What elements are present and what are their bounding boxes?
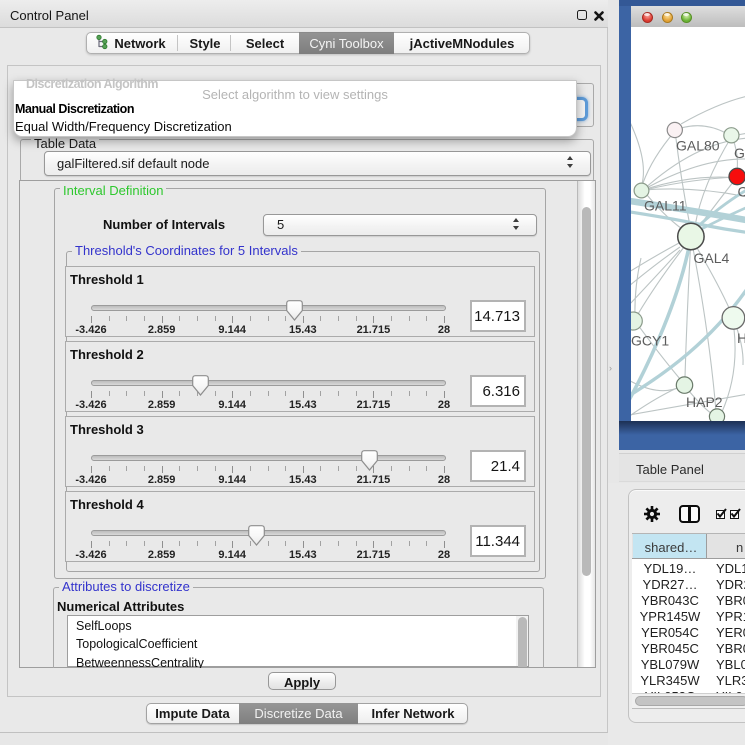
- svg-text:C: C: [738, 184, 745, 200]
- svg-text:GAL4: GAL4: [694, 250, 730, 266]
- svg-text:GCY1: GCY1: [631, 333, 669, 349]
- svg-text:GAL80: GAL80: [676, 138, 720, 154]
- svg-text:G.: G.: [734, 145, 745, 161]
- svg-text:HAP2: HAP2: [686, 394, 723, 410]
- svg-text:H: H: [737, 330, 745, 346]
- svg-text:GAL11: GAL11: [644, 198, 687, 214]
